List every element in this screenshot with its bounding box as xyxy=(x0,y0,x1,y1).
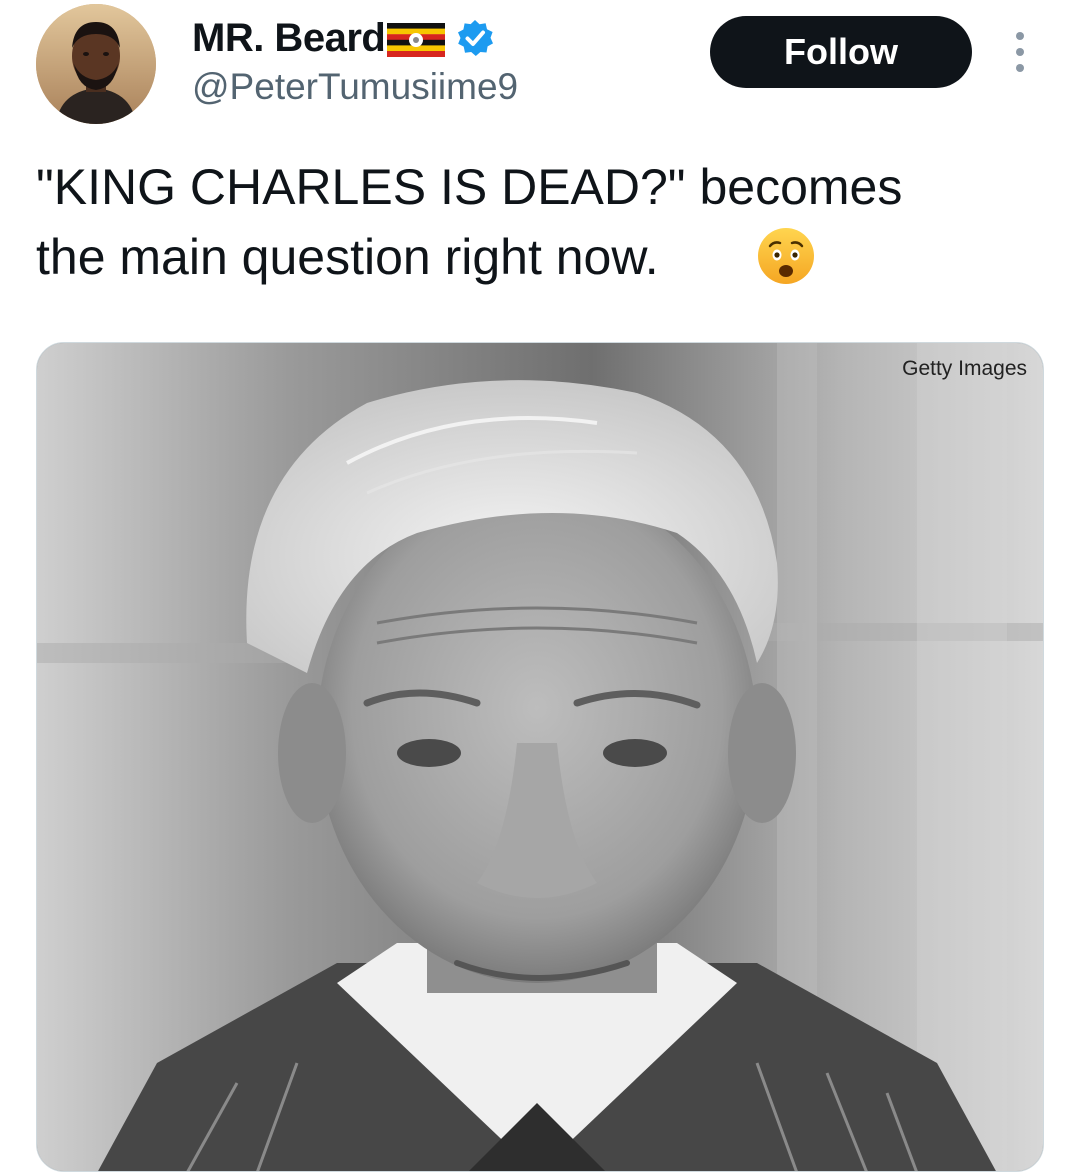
black-and-white-portrait-photo xyxy=(37,343,1043,1171)
profile-avatar[interactable] xyxy=(36,4,156,124)
author-name-row: MR. Beard xyxy=(192,12,495,64)
anxious-face-emoji-icon xyxy=(758,228,814,284)
tweet-media-photo[interactable]: Getty Images xyxy=(36,342,1044,1172)
follow-button[interactable]: Follow xyxy=(710,16,972,88)
author-handle[interactable]: @PeterTumusiime9 xyxy=(192,66,518,108)
photo-credit: Getty Images xyxy=(902,357,1027,380)
author-display-name[interactable]: MR. Beard xyxy=(192,16,386,61)
more-vertical-icon[interactable] xyxy=(1010,30,1030,74)
verified-badge-icon[interactable] xyxy=(455,18,495,58)
uganda-flag-icon xyxy=(387,23,446,57)
tweet-text: "KING CHARLES IS DEAD?" becomes the main… xyxy=(36,159,903,285)
